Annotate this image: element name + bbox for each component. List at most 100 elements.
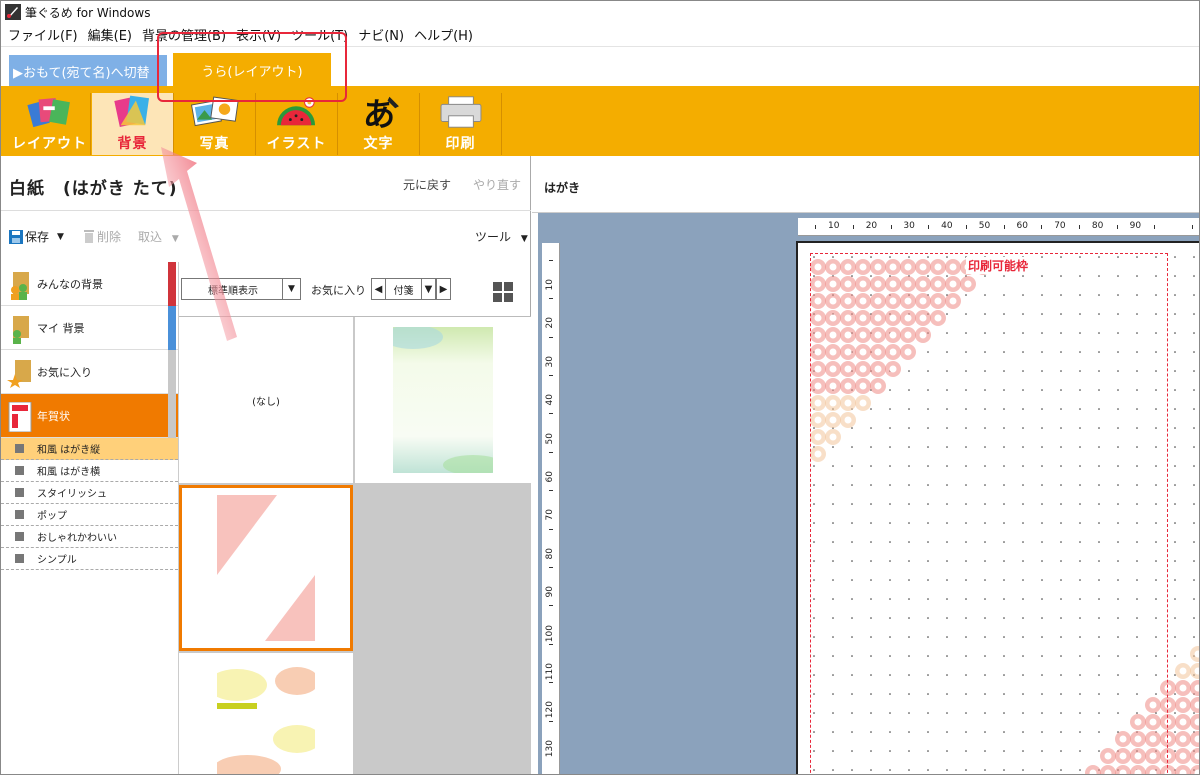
star-folder-icon — [7, 360, 31, 388]
category-my-backgrounds[interactable]: マイ 背景 — [1, 306, 178, 350]
ruler-tick — [549, 375, 553, 376]
subcategory-label: ポップ — [37, 511, 67, 522]
favorites-stepper[interactable]: ◀ 付箋 ▼ ▶ — [371, 278, 451, 300]
category-everyone-backgrounds[interactable]: みんなの背景 — [1, 262, 178, 306]
ruler-v-label: 110 — [545, 663, 555, 681]
category-label: お気に入り — [37, 365, 92, 379]
ribbon-toolbar: レイアウト 背景 写真 イラスト あ 文字 印刷 — [1, 91, 1199, 156]
ruler-v-label: 80 — [545, 547, 555, 560]
subcategory-wafu-horizontal[interactable]: 和風 はがき横 — [1, 460, 178, 482]
menu-file[interactable]: ファイル(F) — [1, 25, 83, 44]
subcategory-wafu-vertical[interactable]: 和風 はがき縦 — [1, 438, 178, 460]
layout-icon — [26, 97, 70, 128]
illustration-icon — [276, 97, 315, 126]
subcategory-label: 和風 はがき横 — [37, 467, 101, 478]
subcategory-simple[interactable]: シンプル — [1, 548, 178, 570]
trash-icon — [84, 230, 94, 243]
favorites-label: お気に入り — [311, 284, 366, 297]
ruler-h-label: 70 — [1054, 221, 1066, 231]
ruler-v-label: 90 — [545, 586, 555, 598]
horizontal-ruler: 10 20 30 40 50 60 70 80 90 — [798, 218, 1199, 236]
menu-background-manage[interactable]: 背景の管理(B) — [137, 25, 231, 44]
postcard-preview[interactable]: 印刷可能枠 — [796, 241, 1199, 774]
import-dropdown-icon[interactable]: ▼ — [172, 234, 179, 244]
ruler-h-label: 60 — [1016, 221, 1028, 231]
ribbon-illustration-button[interactable]: イラスト — [256, 93, 338, 155]
save-dropdown-icon[interactable]: ▼ — [57, 232, 64, 242]
ruler-h-label: 10 — [828, 221, 840, 231]
ruler-v-label: 120 — [545, 701, 555, 719]
ruler-h-label: 40 — [941, 221, 953, 231]
bullet-icon — [15, 488, 24, 497]
ruler-tick — [549, 682, 553, 684]
category-label: みんなの背景 — [37, 277, 103, 291]
subcategory-stylish[interactable]: スタイリッシュ — [1, 482, 178, 504]
ruler-tick — [1192, 225, 1194, 229]
ruler-tick — [1003, 225, 1005, 229]
save-button[interactable]: 保存 ▼ — [9, 228, 64, 245]
background-gallery: 標準順表示 ▼ お気に入り ◀ 付箋 ▼ ▶ (なし) — [179, 262, 531, 774]
ruler-tick — [549, 413, 553, 415]
background-panel: 白紙 (はがき たて) 元に戻す やり直す 保存 ▼ 削除 取込 ▼ ツール ▼… — [1, 156, 531, 774]
ribbon-layout-button[interactable]: レイアウト — [9, 93, 91, 155]
ruler-tick — [549, 528, 553, 530]
printable-area-frame: 印刷可能枠 — [810, 253, 1168, 774]
category-favorites[interactable]: お気に入り — [1, 350, 178, 394]
menu-help[interactable]: ヘルプ(H) — [409, 25, 478, 44]
thumbnail-yellow-pop[interactable] — [179, 653, 353, 774]
subcategory-cute[interactable]: おしゃれかわいい — [1, 526, 178, 548]
undo-button[interactable]: 元に戻す — [403, 176, 451, 193]
delete-label: 削除 — [97, 230, 122, 244]
prev-arrow-icon[interactable]: ◀ — [372, 279, 386, 299]
sort-order-select[interactable]: 標準順表示 ▼ — [181, 278, 301, 300]
bullet-icon — [15, 510, 24, 519]
grid-view-icon[interactable] — [493, 282, 513, 302]
menu-view[interactable]: 表示(V) — [231, 25, 286, 44]
new-year-card-icon — [8, 402, 32, 432]
menu-edit[interactable]: 編集(E) — [83, 25, 137, 44]
tab-front-address[interactable]: ▶おもて(宛て名)へ切替 — [9, 55, 167, 87]
text-icon: あ — [362, 95, 399, 131]
thumbnail-red-dots-selected[interactable] — [179, 485, 353, 651]
tab-back-layout[interactable]: うら(レイアウト) — [173, 53, 331, 87]
ruler-v-label: 50 — [545, 432, 555, 445]
side-switch-tabs: ▶おもて(宛て名)へ切替 うら(レイアウト) — [1, 47, 1199, 87]
canvas-header: はがき — [532, 156, 1199, 213]
ribbon-background-label: 背景 — [117, 136, 148, 152]
menu-bar: ファイル(F) 編集(E) 背景の管理(B) 表示(V) ツール(T) ナビ(N… — [1, 23, 1199, 47]
category-list: みんなの背景 マイ 背景 お気に入り 年賀状 和風 はがき縦 和風 はがき横 ス… — [1, 262, 179, 774]
sort-order-value: 標準順表示 — [208, 285, 258, 297]
ribbon-text-label: 文字 — [363, 136, 394, 152]
redo-button[interactable]: やり直す — [473, 176, 521, 193]
category-label: 年賀状 — [37, 409, 70, 423]
ruler-h-label: 50 — [978, 221, 991, 231]
red-dots-pattern-image — [217, 495, 315, 641]
delete-button[interactable]: 削除 — [83, 228, 121, 245]
menu-tools[interactable]: ツール(T) — [286, 25, 353, 44]
ruler-tick — [549, 336, 553, 338]
ribbon-photo-button[interactable]: 写真 — [174, 93, 256, 155]
ruler-h-label: 30 — [903, 221, 915, 231]
ruler-tick — [549, 298, 553, 300]
ribbon-background-button[interactable]: 背景 — [92, 93, 174, 155]
tools-button[interactable]: ツール ▼ — [475, 228, 528, 245]
thumbnail-green-watercolor[interactable] — [355, 317, 531, 483]
favorites-dropdown-icon[interactable]: ▼ — [422, 279, 436, 299]
ribbon-print-button[interactable]: 印刷 — [420, 93, 502, 155]
ruler-tick — [815, 225, 817, 229]
chevron-down-icon[interactable]: ▼ — [282, 279, 300, 299]
save-icon — [9, 229, 23, 244]
import-button[interactable]: 取込 ▼ — [138, 228, 179, 245]
next-arrow-icon[interactable]: ▶ — [436, 279, 450, 299]
tools-label: ツール — [475, 230, 512, 244]
ruler-tick — [1041, 225, 1043, 229]
menu-navi[interactable]: ナビ(N) — [353, 25, 409, 44]
ribbon-text-button[interactable]: あ 文字 — [338, 93, 420, 155]
ruler-tick — [1154, 225, 1156, 229]
tools-dropdown-icon[interactable]: ▼ — [521, 234, 528, 244]
ruler-tick — [928, 225, 930, 229]
thumbnail-none[interactable]: (なし) — [179, 317, 353, 483]
subcategory-pop[interactable]: ポップ — [1, 504, 178, 526]
ruler-v-label: 100 — [545, 624, 555, 642]
category-new-year-cards[interactable]: 年賀状 — [1, 394, 178, 438]
